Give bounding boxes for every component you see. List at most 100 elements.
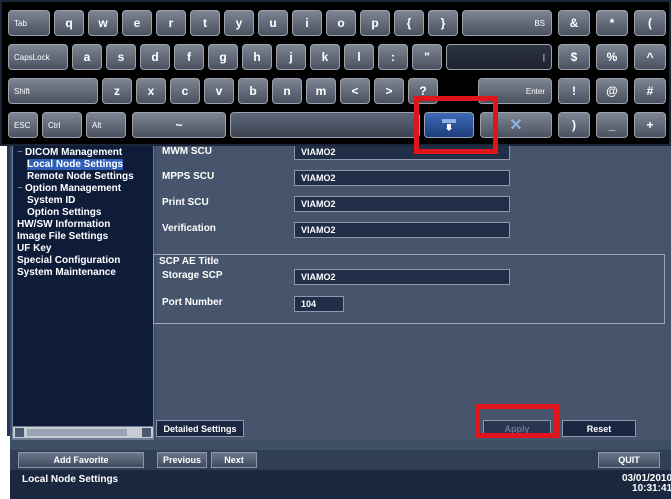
key-alt[interactable]: Alt bbox=[86, 112, 126, 138]
storage-scp-field[interactable]: VIAMO2 bbox=[294, 269, 510, 285]
key-shift[interactable]: Shift bbox=[8, 78, 98, 104]
key-h[interactable]: h bbox=[242, 44, 272, 70]
key-underscore[interactable]: _ bbox=[596, 112, 628, 138]
tree-item-label: DICOM Management bbox=[25, 147, 123, 158]
tree-item-label: UF Key bbox=[17, 243, 52, 254]
mpps-scu-field[interactable]: VIAMO2 bbox=[294, 170, 510, 186]
tree-item-label: Option Management bbox=[25, 183, 122, 194]
tree-item-option-management[interactable]: − Option Management bbox=[17, 183, 121, 194]
clock: 03/01/2010 10:31:41 bbox=[622, 474, 671, 494]
key-quote[interactable]: " bbox=[412, 44, 442, 70]
key-f[interactable]: f bbox=[174, 44, 204, 70]
key-q[interactable]: q bbox=[54, 10, 84, 36]
collapse-icon[interactable]: − bbox=[17, 183, 25, 194]
tree-item-hwsw-information[interactable]: HW/SW Information bbox=[17, 219, 110, 230]
key-l[interactable]: l bbox=[344, 44, 374, 70]
key-r[interactable]: r bbox=[156, 10, 186, 36]
tree-item-label: Local Node Settings bbox=[27, 159, 124, 170]
key-less-than[interactable]: < bbox=[340, 78, 370, 104]
port-number-label: Port Number bbox=[162, 297, 223, 308]
settings-tree: − DICOM Management Local Node Settings Re… bbox=[12, 140, 154, 440]
tree-item-local-node-settings[interactable]: Local Node Settings bbox=[27, 159, 124, 170]
tree-item-uf-key[interactable]: UF Key bbox=[17, 243, 51, 254]
tree-item-dicom-management[interactable]: − DICOM Management bbox=[17, 147, 122, 158]
key-x[interactable]: x bbox=[136, 78, 166, 104]
key-o[interactable]: o bbox=[326, 10, 356, 36]
scrollbar-thumb[interactable] bbox=[27, 429, 127, 436]
key-d[interactable]: d bbox=[140, 44, 170, 70]
tree-item-system-maintenance[interactable]: System Maintenance bbox=[17, 267, 116, 278]
key-j[interactable]: j bbox=[276, 44, 306, 70]
tree-item-label: Remote Node Settings bbox=[27, 171, 134, 182]
highlight-dock-button bbox=[414, 96, 498, 154]
key-w[interactable]: w bbox=[88, 10, 118, 36]
verification-field[interactable]: VIAMO2 bbox=[294, 222, 510, 238]
key-backspace[interactable]: BS bbox=[462, 10, 552, 36]
tree-item-option-settings[interactable]: Option Settings bbox=[27, 207, 101, 218]
detailed-settings-button[interactable]: Detailed Settings bbox=[156, 420, 244, 437]
key-v[interactable]: v bbox=[204, 78, 234, 104]
key-dollar[interactable]: $ bbox=[558, 44, 590, 70]
key-percent[interactable]: % bbox=[596, 44, 628, 70]
key-rbrace[interactable]: } bbox=[428, 10, 458, 36]
key-b[interactable]: b bbox=[238, 78, 268, 104]
key-u[interactable]: u bbox=[258, 10, 288, 36]
key-i[interactable]: i bbox=[292, 10, 322, 36]
key-z[interactable]: z bbox=[102, 78, 132, 104]
key-n[interactable]: n bbox=[272, 78, 302, 104]
reset-button[interactable]: Reset bbox=[562, 420, 636, 437]
key-k[interactable]: k bbox=[310, 44, 340, 70]
verification-label: Verification bbox=[162, 223, 216, 234]
key-s[interactable]: s bbox=[106, 44, 136, 70]
key-p[interactable]: p bbox=[360, 10, 390, 36]
highlight-apply bbox=[475, 404, 559, 438]
key-lparen[interactable]: ( bbox=[634, 10, 666, 36]
tree-item-system-id[interactable]: System ID bbox=[27, 195, 75, 206]
previous-button[interactable]: Previous bbox=[157, 452, 207, 468]
key-greater-than[interactable]: > bbox=[374, 78, 404, 104]
key-y[interactable]: y bbox=[224, 10, 254, 36]
key-caret[interactable]: ^ bbox=[634, 44, 666, 70]
add-favorite-button[interactable]: Add Favorite bbox=[18, 452, 144, 468]
key-tilde[interactable]: ~ bbox=[132, 112, 226, 138]
key-tab[interactable]: Tab bbox=[8, 10, 50, 36]
time-text: 10:31:41 bbox=[632, 483, 671, 494]
print-scu-label: Print SCU bbox=[162, 197, 209, 208]
tree-item-image-file-settings[interactable]: Image File Settings bbox=[17, 231, 108, 242]
key-e[interactable]: e bbox=[122, 10, 152, 36]
key-rparen[interactable]: ) bbox=[558, 112, 590, 138]
key-at[interactable]: @ bbox=[596, 78, 628, 104]
key-ctrl[interactable]: Ctrl bbox=[42, 112, 82, 138]
key-pipe[interactable]: | bbox=[446, 44, 552, 70]
key-lbrace[interactable]: { bbox=[394, 10, 424, 36]
tree-item-remote-node-settings[interactable]: Remote Node Settings bbox=[27, 171, 134, 182]
scroll-right-arrow-icon[interactable] bbox=[142, 428, 151, 437]
key-colon[interactable]: : bbox=[378, 44, 408, 70]
quit-button[interactable]: QUIT bbox=[598, 452, 660, 468]
print-scu-field[interactable]: VIAMO2 bbox=[294, 196, 510, 212]
port-number-field[interactable]: 104 bbox=[294, 296, 344, 312]
key-asterisk[interactable]: * bbox=[596, 10, 628, 36]
key-capslock[interactable]: CapsLock bbox=[8, 44, 68, 70]
key-a[interactable]: a bbox=[72, 44, 102, 70]
key-g[interactable]: g bbox=[208, 44, 238, 70]
key-space[interactable] bbox=[230, 112, 420, 138]
next-button[interactable]: Next bbox=[211, 452, 257, 468]
tree-item-label: Special Configuration bbox=[17, 255, 121, 266]
scroll-left-arrow-icon[interactable] bbox=[15, 428, 24, 437]
key-ampersand[interactable]: & bbox=[558, 10, 590, 36]
key-esc[interactable]: ESC bbox=[8, 112, 38, 138]
key-hash[interactable]: # bbox=[634, 78, 666, 104]
key-plus[interactable]: + bbox=[634, 112, 666, 138]
tree-horizontal-scrollbar[interactable] bbox=[12, 426, 154, 439]
key-c[interactable]: c bbox=[170, 78, 200, 104]
collapse-icon[interactable]: − bbox=[17, 147, 25, 158]
tree-item-special-configuration[interactable]: Special Configuration bbox=[17, 255, 120, 266]
app-window: − DICOM Management Local Node Settings Re… bbox=[0, 0, 671, 499]
virtual-keyboard: Tab q w e r t y u i o p { } BS & * ( Cap… bbox=[0, 0, 671, 146]
tree-item-label: HW/SW Information bbox=[17, 219, 111, 230]
key-t[interactable]: t bbox=[190, 10, 220, 36]
key-exclamation[interactable]: ! bbox=[558, 78, 590, 104]
key-m[interactable]: m bbox=[306, 78, 336, 104]
tree-item-label: Image File Settings bbox=[17, 231, 109, 242]
